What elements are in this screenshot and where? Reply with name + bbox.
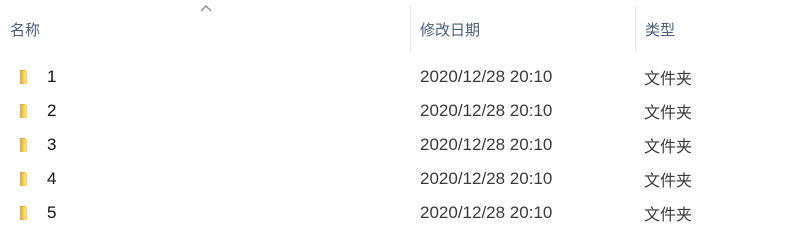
- list-item[interactable]: 3 2020/12/28 20:10 文件夹: [0, 128, 790, 162]
- file-name: 4: [47, 169, 57, 188]
- column-header-name-label: 名称: [10, 20, 41, 39]
- folder-icon: [20, 138, 27, 152]
- file-modified: 2020/12/28 20:10: [420, 169, 553, 188]
- file-modified: 2020/12/28 20:10: [420, 135, 553, 154]
- column-header-date[interactable]: 修改日期: [410, 0, 635, 58]
- file-name-cell: 3: [17, 128, 407, 162]
- file-name: 2: [47, 101, 57, 120]
- file-rows: 1 2020/12/28 20:10 文件夹 2 2020/12/28 20:1…: [0, 60, 790, 230]
- column-header-bar: 名称 修改日期 类型: [0, 0, 790, 58]
- file-modified: 2020/12/28 20:10: [420, 203, 553, 222]
- file-name: 5: [47, 203, 57, 222]
- file-name-cell: 4: [17, 162, 407, 196]
- file-type: 文件夹: [644, 137, 693, 156]
- file-modified: 2020/12/28 20:10: [420, 67, 553, 86]
- list-item[interactable]: 1 2020/12/28 20:10 文件夹: [0, 60, 790, 94]
- column-header-date-label: 修改日期: [420, 20, 481, 39]
- file-name-cell: 2: [17, 94, 407, 128]
- file-list-view: 名称 修改日期 类型 1 2020/12/28 20:10 文件夹 2 2020…: [0, 0, 790, 244]
- folder-icon: [20, 104, 27, 118]
- folder-icon: [20, 172, 27, 186]
- column-header-type[interactable]: 类型: [635, 0, 790, 58]
- list-item[interactable]: 5 2020/12/28 20:10 文件夹: [0, 196, 790, 230]
- list-item[interactable]: 2 2020/12/28 20:10 文件夹: [0, 94, 790, 128]
- folder-icon: [20, 206, 27, 220]
- file-type: 文件夹: [644, 69, 693, 88]
- file-name-cell: 1: [17, 60, 407, 94]
- file-name-cell: 5: [17, 196, 407, 230]
- file-type: 文件夹: [644, 171, 693, 190]
- file-type: 文件夹: [644, 205, 693, 224]
- column-header-type-label: 类型: [645, 20, 676, 39]
- list-item[interactable]: 4 2020/12/28 20:10 文件夹: [0, 162, 790, 196]
- file-name: 3: [47, 135, 57, 154]
- file-name: 1: [47, 67, 57, 86]
- folder-icon: [20, 70, 27, 84]
- file-type: 文件夹: [644, 103, 693, 122]
- chevron-up-icon: [200, 5, 212, 12]
- file-modified: 2020/12/28 20:10: [420, 101, 553, 120]
